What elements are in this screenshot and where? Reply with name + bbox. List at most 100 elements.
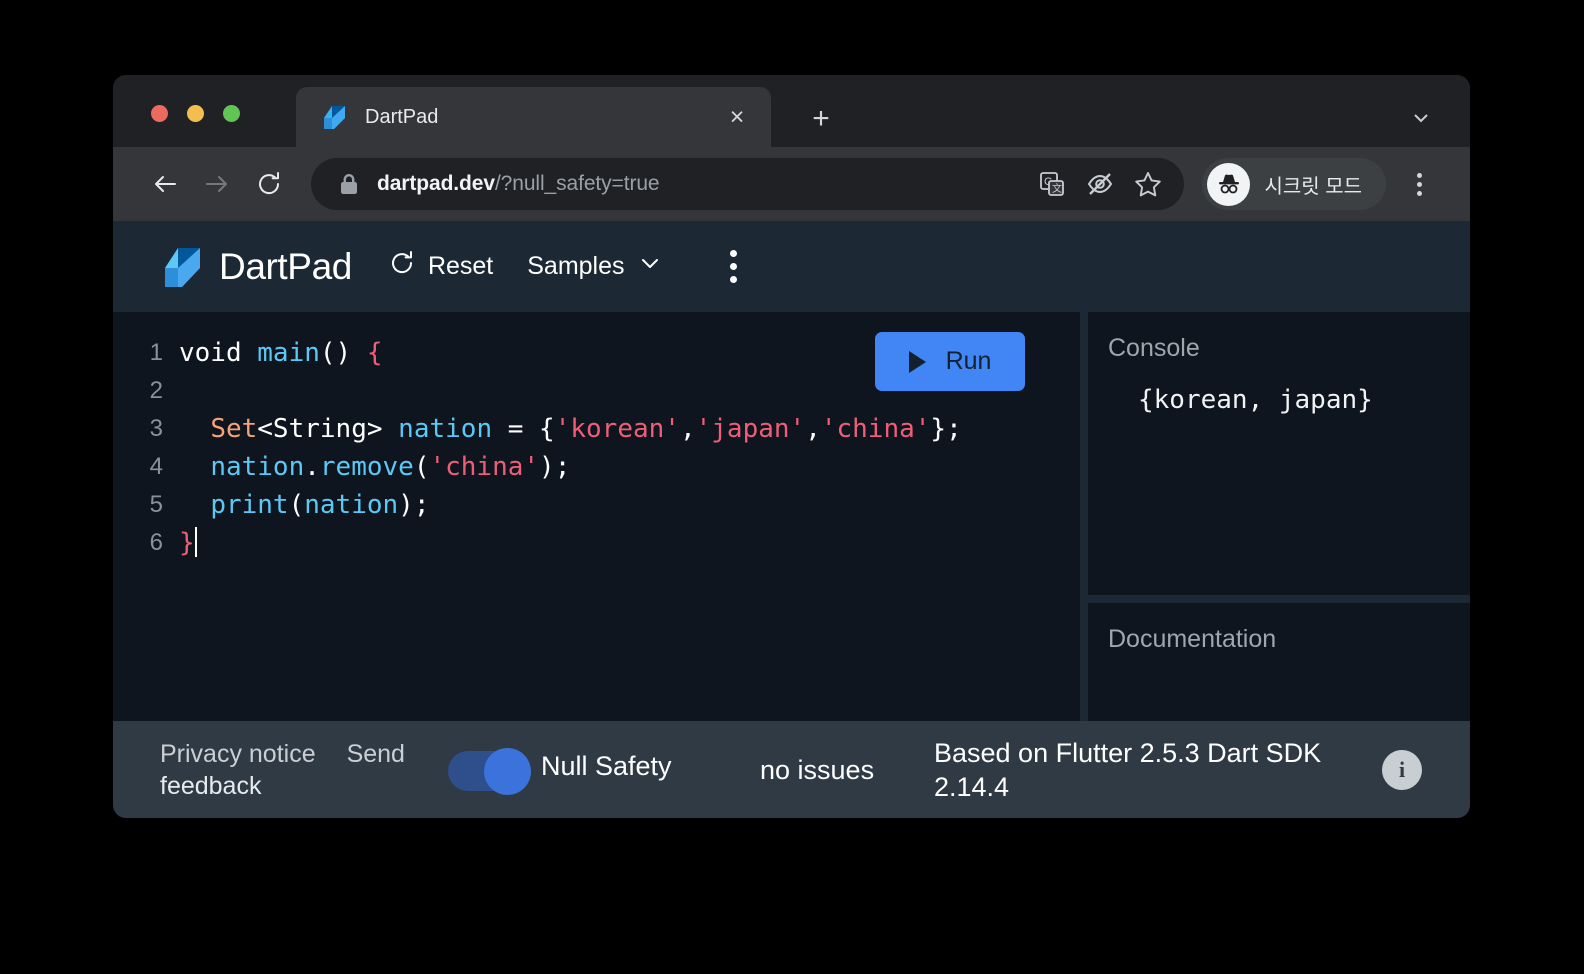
toggle-knob bbox=[484, 747, 531, 795]
run-button[interactable]: Run bbox=[875, 332, 1025, 391]
chevron-down-icon bbox=[637, 250, 663, 283]
incognito-mode-badge[interactable]: 시크릿 모드 bbox=[1202, 158, 1386, 210]
code-token: print bbox=[210, 490, 289, 520]
reload-icon[interactable] bbox=[243, 158, 295, 210]
code-token: { bbox=[366, 338, 383, 368]
translate-icon[interactable]: G 文 bbox=[1030, 162, 1074, 206]
eye-off-icon[interactable] bbox=[1078, 162, 1122, 206]
dart-logo-icon bbox=[160, 245, 203, 289]
forward-arrow-icon[interactable] bbox=[191, 158, 243, 210]
code-line[interactable]: 3 Set<String> nation = {'korean','japan'… bbox=[113, 410, 1080, 448]
maximize-window-button[interactable] bbox=[223, 105, 240, 122]
close-window-button[interactable] bbox=[151, 105, 168, 122]
dart-logo-icon bbox=[321, 104, 347, 130]
code-token: void bbox=[179, 338, 258, 368]
code-token: }; bbox=[930, 414, 962, 444]
documentation-panel: Documentation bbox=[1088, 603, 1470, 721]
code-token: 'japan' bbox=[695, 414, 806, 444]
dartpad-app: DartPad Reset Samples 1 void main() {2 … bbox=[113, 221, 1470, 818]
code-token: remove bbox=[319, 452, 414, 482]
code-token: . bbox=[304, 452, 320, 482]
url-bar[interactable]: dartpad.dev/?null_safety=true G 文 bbox=[311, 158, 1185, 210]
line-number: 2 bbox=[149, 377, 163, 404]
console-title: Console bbox=[1108, 334, 1200, 362]
code-token: 'china' bbox=[820, 414, 931, 444]
right-column: Console {korean, japan} Documentation bbox=[1088, 312, 1470, 721]
window-traffic-lights bbox=[151, 105, 240, 122]
browser-toolbar: dartpad.dev/?null_safety=true G 文 bbox=[113, 147, 1470, 221]
code-token: , bbox=[679, 414, 696, 444]
line-number: 1 bbox=[149, 339, 163, 366]
code-token: 'china' bbox=[429, 452, 540, 482]
reset-button[interactable]: Reset bbox=[388, 249, 493, 284]
sdk-version-label: Based on Flutter 2.5.3 Dart SDK 2.14.4 bbox=[934, 737, 1322, 802]
documentation-body bbox=[1088, 654, 1470, 676]
info-icon[interactable]: i bbox=[1382, 749, 1422, 790]
vertical-splitter[interactable] bbox=[1080, 312, 1088, 721]
play-icon bbox=[908, 350, 926, 373]
browser-window: DartPad × + dartpad.dev/?null_safety=tru… bbox=[113, 75, 1470, 818]
code-line[interactable]: 4 nation.remove('china'); bbox=[113, 448, 1080, 486]
new-tab-button[interactable]: + bbox=[801, 99, 841, 139]
code-text[interactable]: nation.remove('china'); bbox=[163, 448, 570, 486]
code-token: 'korean' bbox=[554, 414, 680, 444]
browser-tab-strip: DartPad × + bbox=[113, 75, 1470, 147]
code-text[interactable]: } bbox=[163, 524, 197, 562]
code-text[interactable]: void main() { bbox=[163, 334, 383, 372]
issues-status[interactable]: no issues bbox=[760, 753, 910, 787]
feedback-link-wrap[interactable]: feedback bbox=[160, 770, 410, 802]
dartpad-body: 1 void main() {2 3 Set<String> nation = {'… bbox=[113, 312, 1470, 721]
documentation-title: Documentation bbox=[1108, 625, 1277, 653]
dartpad-footer: Privacy notice Send feedback Null Safety… bbox=[113, 721, 1470, 818]
code-token: ( bbox=[288, 490, 305, 520]
code-text[interactable]: print(nation); bbox=[163, 486, 429, 524]
line-number: 6 bbox=[149, 529, 163, 556]
text-caret bbox=[194, 527, 197, 557]
refresh-icon bbox=[388, 249, 416, 284]
incognito-label: 시크릿 모드 bbox=[1264, 175, 1362, 198]
line-number: 3 bbox=[149, 415, 163, 442]
code-token: nation bbox=[210, 452, 305, 482]
minimize-window-button[interactable] bbox=[187, 105, 204, 122]
code-token: , bbox=[805, 414, 821, 444]
lock-icon bbox=[339, 173, 359, 196]
browser-tab-dartpad[interactable]: DartPad × bbox=[296, 87, 771, 147]
code-line[interactable]: 6} bbox=[113, 524, 1080, 562]
horizontal-splitter[interactable] bbox=[1088, 595, 1470, 603]
footer-links: Privacy notice Send feedback bbox=[160, 738, 410, 802]
url-text: dartpad.dev/?null_safety=true bbox=[377, 172, 1026, 196]
browser-menu-icon[interactable] bbox=[1396, 161, 1442, 207]
screen: DartPad × + dartpad.dev/?null_safety=tru… bbox=[0, 0, 1584, 974]
send-feedback-link[interactable]: Send bbox=[347, 740, 405, 768]
close-icon[interactable]: × bbox=[717, 97, 757, 137]
star-icon[interactable] bbox=[1126, 162, 1170, 206]
back-arrow-icon[interactable] bbox=[139, 158, 191, 210]
code-text[interactable]: Set<String> nation = {'korean','japan','… bbox=[163, 410, 962, 448]
code-token: () bbox=[319, 338, 367, 368]
dartpad-title: DartPad bbox=[219, 245, 352, 287]
samples-dropdown[interactable]: Samples bbox=[527, 250, 662, 283]
samples-label: Samples bbox=[527, 252, 625, 280]
code-token: nation bbox=[304, 490, 399, 520]
chevron-down-icon[interactable] bbox=[1404, 101, 1438, 135]
code-token: = { bbox=[492, 414, 555, 444]
privacy-notice-link[interactable]: Privacy notice bbox=[160, 740, 316, 768]
line-number: 5 bbox=[149, 491, 163, 518]
dartpad-more-menu-icon[interactable] bbox=[711, 244, 757, 290]
browser-tab-title: DartPad bbox=[365, 105, 439, 128]
code-token: } bbox=[179, 528, 195, 558]
code-editor[interactable]: 1 void main() {2 3 Set<String> nation = {'… bbox=[113, 312, 1080, 721]
null-safety-toggle[interactable] bbox=[448, 747, 531, 795]
code-line[interactable]: 5 print(nation); bbox=[113, 486, 1080, 524]
console-panel: Console {korean, japan} bbox=[1088, 312, 1470, 595]
code-token: <String> bbox=[257, 414, 399, 444]
code-token: nation bbox=[398, 414, 493, 444]
code-lines[interactable]: 1 void main() {2 3 Set<String> nation = {'… bbox=[113, 334, 1080, 721]
line-number: 4 bbox=[149, 453, 163, 480]
code-token: ( bbox=[413, 452, 430, 482]
null-safety-toggle-group[interactable]: Null Safety bbox=[448, 747, 748, 795]
code-token: main bbox=[257, 338, 320, 368]
